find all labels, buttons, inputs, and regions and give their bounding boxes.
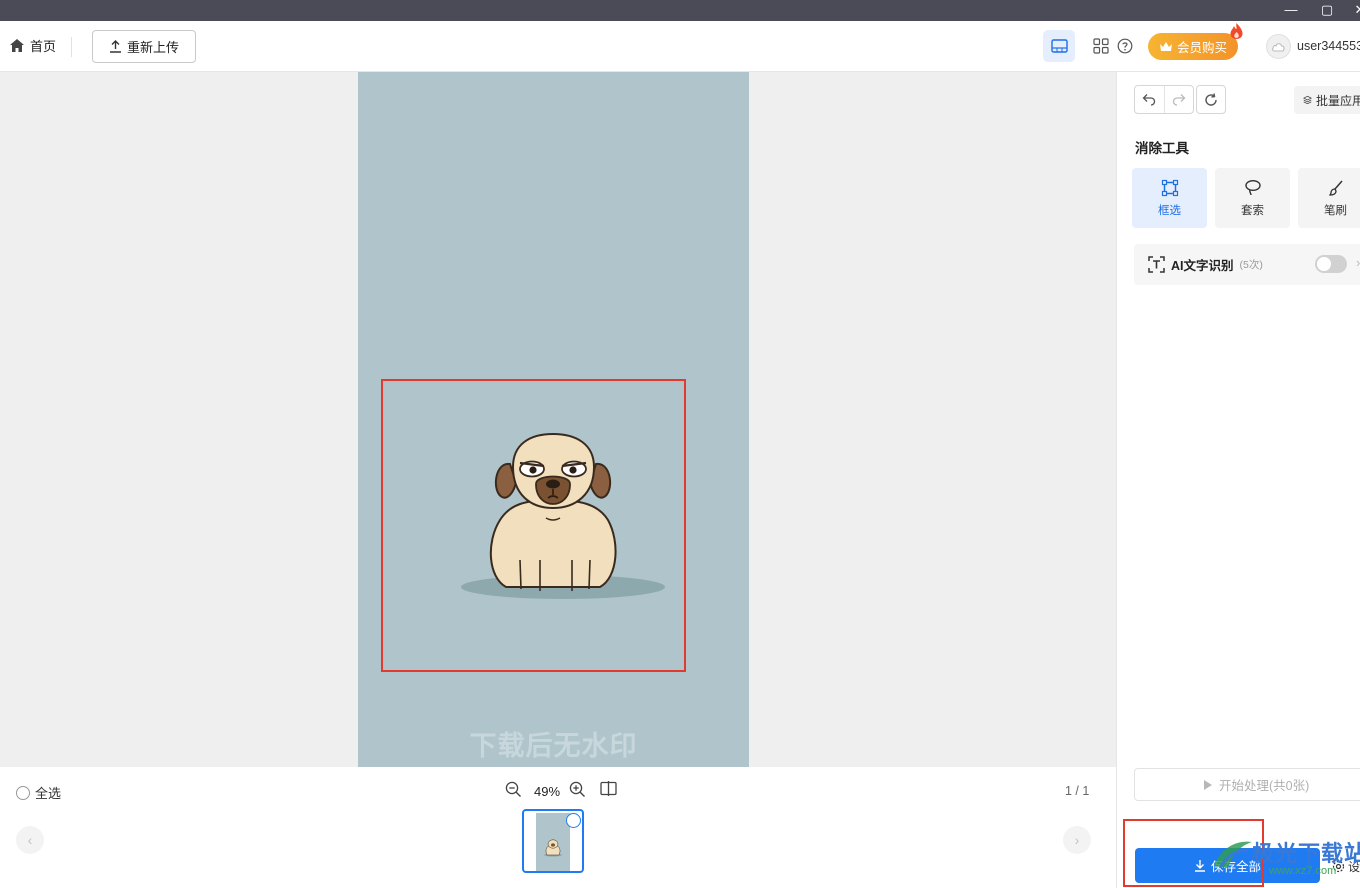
thumbnail-select-checkbox[interactable] <box>566 813 581 828</box>
tool-label: 框选 <box>1158 204 1181 217</box>
start-processing-label: 开始处理(共0张) <box>1219 779 1310 793</box>
thumbnail-next-button[interactable]: › <box>1063 826 1091 854</box>
crown-icon <box>1159 42 1172 51</box>
divider <box>71 37 72 57</box>
image-thumbnail[interactable] <box>522 809 584 873</box>
reupload-button[interactable]: 重新上传 <box>92 30 196 63</box>
page-counter: 1 / 1 <box>1065 784 1090 798</box>
tool-lasso[interactable]: 套索 <box>1215 168 1290 228</box>
home-label: 首页 <box>30 39 57 54</box>
vip-purchase-button[interactable]: 会员购买 <box>1148 33 1238 60</box>
hot-flame-icon <box>1230 23 1243 39</box>
site-logo-icon <box>1214 841 1252 869</box>
username[interactable]: user344553 <box>1297 39 1360 53</box>
home-icon <box>10 39 24 52</box>
view-mode-button[interactable] <box>1043 30 1075 62</box>
text-scan-icon <box>1148 256 1165 273</box>
thumbnail-prev-button[interactable]: ‹ <box>16 826 44 854</box>
bottom-bar: 全选 49% 1 / 1 ‹ › <box>0 767 1116 888</box>
reupload-label: 重新上传 <box>126 40 179 55</box>
tool-label: 笔刷 <box>1324 204 1347 217</box>
undo-icon <box>1143 94 1156 106</box>
batch-apply-button[interactable]: 批量应用 <box>1294 86 1360 114</box>
home-button[interactable]: 首页 <box>9 36 56 55</box>
right-tool-panel: 批量应用 消除工具 框选 套索 笔刷 AI文字识别 (5次) › 开始处理(共0… <box>1116 72 1360 888</box>
help-icon[interactable] <box>1117 38 1133 54</box>
tool-rect-select[interactable]: 框选 <box>1132 168 1207 228</box>
cloud-avatar-icon <box>1272 43 1285 52</box>
rect-select-icon <box>1161 179 1178 196</box>
user-avatar[interactable] <box>1266 34 1291 59</box>
chevron-right-icon[interactable]: › <box>1356 255 1360 270</box>
maximize-button[interactable]: ▢ <box>1312 0 1342 21</box>
thumbnail-preview <box>536 813 570 871</box>
compare-view-icon[interactable] <box>600 781 617 796</box>
minimize-button[interactable]: — <box>1276 0 1306 21</box>
redo-button[interactable] <box>1163 86 1193 113</box>
zoom-level: 49% <box>534 784 561 799</box>
select-all-label: 全选 <box>35 786 62 801</box>
editor-canvas[interactable]: 下载后无水印 <box>0 72 1116 767</box>
redo-icon <box>1172 94 1186 106</box>
lasso-icon <box>1244 179 1261 195</box>
ai-text-recognition-toggle[interactable] <box>1315 255 1347 273</box>
brush-icon <box>1328 180 1343 196</box>
site-watermark-url: www.xz7.com <box>1269 865 1337 877</box>
watermark-text: 下载后无水印 <box>469 731 638 761</box>
history-controls <box>1134 85 1194 114</box>
select-all-checkbox[interactable]: 全选 <box>16 783 61 802</box>
ai-text-recognition-row: AI文字识别 (5次) › <box>1134 244 1360 285</box>
batch-apply-label: 批量应用 <box>1315 93 1360 108</box>
apps-grid-icon[interactable] <box>1093 38 1109 54</box>
tool-label: 套索 <box>1241 204 1264 217</box>
refresh-icon <box>1205 92 1217 106</box>
site-watermark-text: 极光下载站 <box>1252 841 1360 866</box>
tool-brush[interactable]: 笔刷 <box>1298 168 1360 228</box>
top-toolbar: 首页 重新上传 会员购买 user344553 <box>0 21 1360 72</box>
play-icon <box>1204 779 1212 790</box>
selection-rectangle[interactable] <box>381 379 686 672</box>
upload-icon <box>109 40 121 53</box>
window-titlebar: — ▢ ✕ <box>0 0 1360 21</box>
ai-text-recognition-label: AI文字识别 <box>1171 259 1234 273</box>
start-processing-button[interactable]: 开始处理(共0张) <box>1134 768 1360 801</box>
close-button[interactable]: ✕ <box>1345 0 1360 21</box>
undo-button[interactable] <box>1135 86 1164 113</box>
ai-usage-count: (5次) <box>1239 259 1263 271</box>
select-all-radio[interactable] <box>16 785 30 800</box>
zoom-in-icon[interactable] <box>569 781 586 798</box>
section-title: 消除工具 <box>1135 141 1189 156</box>
layout-view-icon <box>1050 39 1068 53</box>
zoom-out-icon[interactable] <box>505 781 522 798</box>
thumbnail-pug-icon <box>544 839 562 857</box>
layers-icon <box>1303 95 1312 105</box>
vip-label: 会员购买 <box>1176 41 1227 55</box>
reset-button[interactable] <box>1196 85 1226 114</box>
